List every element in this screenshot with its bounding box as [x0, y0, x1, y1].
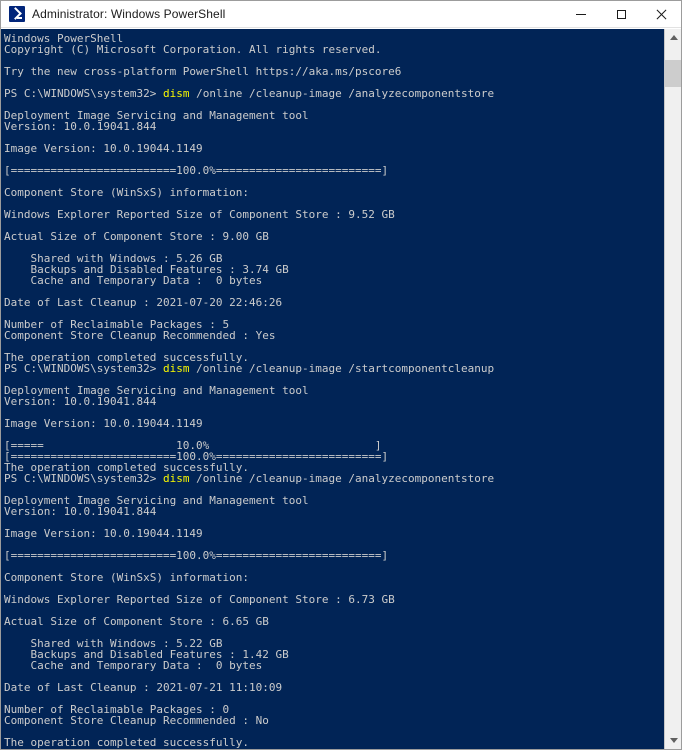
- console-prompt: PS C:\WINDOWS\system32>: [4, 472, 163, 485]
- maximize-icon: [616, 9, 626, 19]
- close-icon: [656, 9, 667, 20]
- console-command-line: PS C:\WINDOWS\system32> dism /online /cl…: [4, 363, 664, 374]
- scrollbar-track[interactable]: [665, 46, 681, 732]
- console-output-line: [=========================100.0%========…: [4, 549, 389, 562]
- console-output-line: Copyright (C) Microsoft Corporation. All…: [4, 43, 382, 56]
- console-output-line: [=========================100.0%========…: [4, 164, 389, 177]
- console-output-line: The operation completed successfully.: [4, 736, 250, 749]
- console-output-line: Version: 10.0.19041.844: [4, 395, 157, 408]
- console-output-line: Component Store (WinSxS) information:: [4, 186, 250, 199]
- console-output-line: Windows Explorer Reported Size of Compon…: [4, 593, 395, 606]
- maximize-button[interactable]: [601, 1, 641, 27]
- window-title: Administrator: Windows PowerShell: [32, 7, 226, 21]
- console-output-line: Image Version: 10.0.19044.1149: [4, 417, 203, 430]
- powershell-underscore-icon: [17, 17, 22, 19]
- window-controls: [561, 1, 681, 27]
- console-output-line: Cache and Temporary Data : 0 bytes: [4, 274, 263, 287]
- scroll-down-arrow[interactable]: [665, 732, 681, 749]
- close-button[interactable]: [641, 1, 681, 27]
- scroll-up-arrow[interactable]: [665, 29, 681, 46]
- powershell-window: Administrator: Windows PowerShell Window…: [0, 0, 682, 750]
- console-command-args: /online /cleanup-image /analyzecomponent…: [189, 472, 495, 485]
- console-command-name: dism: [162, 362, 190, 375]
- console-scrollbar[interactable]: [664, 29, 681, 749]
- console-output-line: Try the new cross-platform PowerShell ht…: [4, 65, 402, 78]
- chevron-down-icon: [669, 738, 678, 743]
- console-command-line: PS C:\WINDOWS\system32> dism /online /cl…: [4, 88, 664, 99]
- console-command-name: dism: [162, 87, 190, 100]
- console-command-line: PS C:\WINDOWS\system32> dism /online /cl…: [4, 473, 664, 484]
- console-output-line: Version: 10.0.19041.844: [4, 120, 157, 133]
- minimize-icon: [576, 13, 586, 15]
- console-prompt: PS C:\WINDOWS\system32>: [4, 87, 163, 100]
- chevron-up-icon: [669, 35, 678, 40]
- console-output-line: Image Version: 10.0.19044.1149: [4, 527, 203, 540]
- powershell-icon: [9, 6, 25, 22]
- console-output-line: Actual Size of Component Store : 9.00 GB: [4, 230, 269, 243]
- console-output-line: Cache and Temporary Data : 0 bytes: [4, 659, 263, 672]
- title-bar[interactable]: Administrator: Windows PowerShell: [1, 1, 681, 28]
- console-output-line: Component Store (WinSxS) information:: [4, 571, 250, 584]
- console-command-args: /online /cleanup-image /analyzecomponent…: [189, 87, 495, 100]
- console-output-line: Image Version: 10.0.19044.1149: [4, 142, 203, 155]
- console-output-line: Component Store Cleanup Recommended : No: [4, 714, 269, 727]
- console-output-line: Windows Explorer Reported Size of Compon…: [4, 208, 395, 221]
- scrollbar-thumb[interactable]: [665, 59, 681, 88]
- console-output-line: Date of Last Cleanup : 2021-07-21 11:10:…: [4, 681, 283, 694]
- console-output-line: Actual Size of Component Store : 6.65 GB: [4, 615, 269, 628]
- console-command-args: /online /cleanup-image /startcomponentcl…: [189, 362, 495, 375]
- minimize-button[interactable]: [561, 1, 601, 27]
- console-output-line: Component Store Cleanup Recommended : Ye…: [4, 329, 276, 342]
- console-prompt: PS C:\WINDOWS\system32>: [4, 362, 163, 375]
- console-command-name: dism: [162, 472, 190, 485]
- console-output-line: Date of Last Cleanup : 2021-07-20 22:46:…: [4, 296, 283, 309]
- console-output[interactable]: Windows PowerShell Copyright (C) Microsof…: [1, 29, 664, 749]
- console-output-line: Version: 10.0.19041.844: [4, 505, 157, 518]
- console-area: Windows PowerShell Copyright (C) Microsof…: [1, 28, 681, 749]
